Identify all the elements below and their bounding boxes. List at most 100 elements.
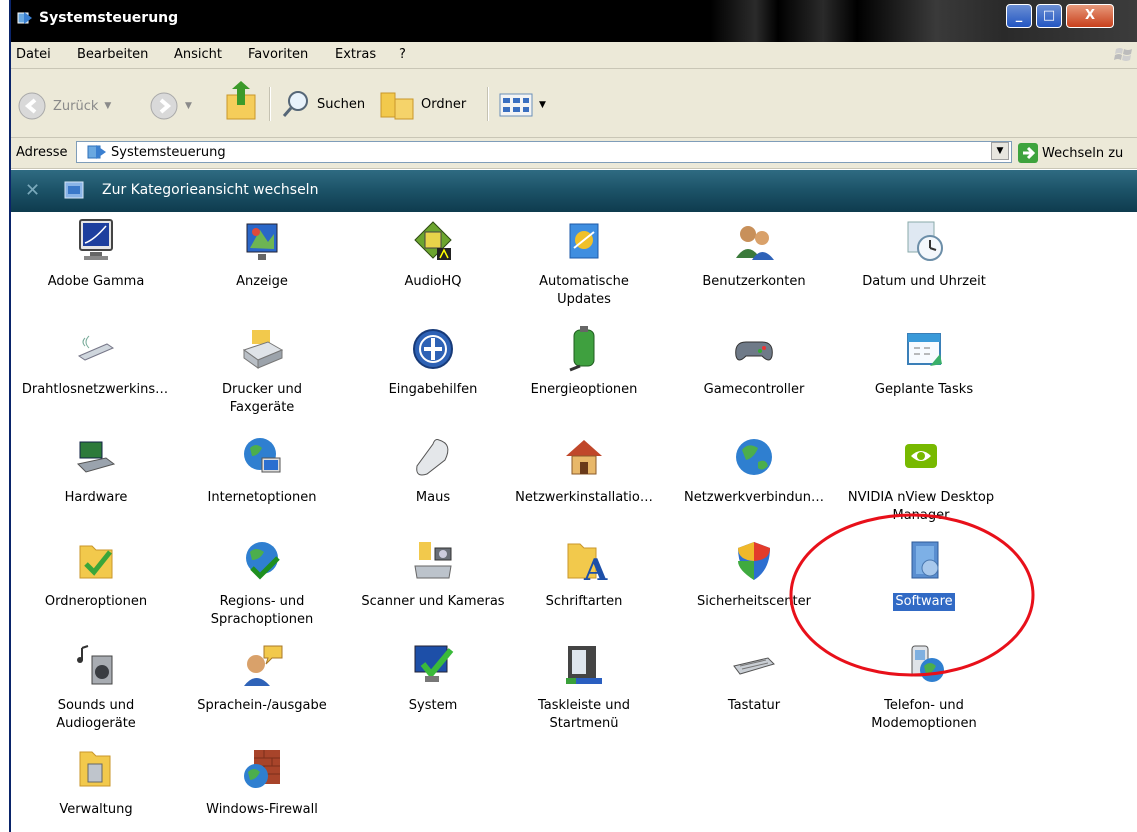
- item-hardware[interactable]: Hardware: [23, 434, 169, 507]
- up-button[interactable]: [223, 81, 259, 123]
- item-sounds-und-audiogeraete[interactable]: Sounds und Audiogeräte: [23, 642, 169, 733]
- item-benutzerkonten[interactable]: Benutzerkonten: [681, 218, 827, 291]
- item-netzwerkinstallation[interactable]: Netzwerkinstallatio…: [511, 434, 657, 507]
- item-nvidia-nview[interactable]: NVIDIA nView Desktop Manager: [831, 434, 1011, 525]
- address-dropdown-button[interactable]: ▼: [991, 142, 1009, 160]
- phone-icon: [911, 645, 944, 682]
- item-audiohq[interactable]: AudioHQ: [360, 218, 506, 291]
- system-icon: [414, 645, 454, 682]
- folders-icon: [380, 92, 414, 120]
- calendar-icon: [907, 333, 942, 366]
- speaker-icon: [77, 645, 113, 685]
- category-view-bar[interactable]: ✕ Zur Kategorieansicht wechseln: [11, 170, 1137, 212]
- accessibility-icon: [413, 329, 453, 369]
- globe-icon: [244, 438, 281, 473]
- forward-button[interactable]: ▼: [149, 91, 192, 121]
- item-drahtlosnetzwerk[interactable]: Drahtlosnetzwerkins…: [11, 326, 185, 399]
- scanner-icon: [414, 542, 452, 579]
- display-icon: [246, 223, 278, 260]
- item-adobe-gamma[interactable]: Adobe Gamma: [23, 218, 169, 291]
- back-arrow-icon: [18, 92, 46, 120]
- clock-icon: [907, 221, 943, 261]
- admin-tools-icon: [79, 751, 111, 787]
- views-icon: [499, 93, 533, 117]
- nvidia-icon: [905, 444, 937, 468]
- item-automatische-updates[interactable]: Automatische Updates: [511, 218, 657, 309]
- category-view-icon: [64, 181, 84, 199]
- item-datum-und-uhrzeit[interactable]: Datum und Uhrzeit: [851, 218, 997, 291]
- address-label: Adresse: [16, 145, 68, 160]
- address-input[interactable]: Systemsteuerung: [76, 141, 1012, 163]
- item-ordneroptionen[interactable]: Ordneroptionen: [23, 538, 169, 611]
- menu-help[interactable]: ?: [399, 47, 406, 62]
- house-icon: [566, 440, 602, 475]
- forward-arrow-icon: [150, 92, 178, 120]
- minimize-button[interactable]: _: [1006, 4, 1032, 28]
- taskbar-icon: [566, 646, 602, 684]
- software-icon: [911, 541, 939, 579]
- close-icon[interactable]: ✕: [25, 180, 40, 201]
- window-title: Systemsteuerung: [39, 10, 179, 26]
- item-internetoptionen[interactable]: Internetoptionen: [189, 434, 335, 507]
- folders-button[interactable]: Ordner: [379, 87, 466, 121]
- menu-ansicht[interactable]: Ansicht: [174, 47, 222, 62]
- item-verwaltung[interactable]: Verwaltung: [23, 746, 169, 819]
- menu-bar: Datei Bearbeiten Ansicht Favoriten Extra…: [11, 42, 1137, 69]
- item-system[interactable]: System: [360, 642, 506, 715]
- control-panel-icon: [87, 145, 106, 159]
- item-sprachein-ausgabe[interactable]: Sprachein-/ausgabe: [189, 642, 335, 715]
- mouse-icon: [416, 439, 449, 476]
- item-drucker-und-faxgeraete[interactable]: Drucker und Faxgeräte: [189, 326, 335, 417]
- monitor-icon: [79, 219, 113, 260]
- item-taskleiste-und-startmenue[interactable]: Taskleiste und Startmenü: [511, 642, 657, 733]
- firewall-icon: [244, 750, 280, 788]
- battery-icon: [569, 326, 595, 372]
- item-schriftarten[interactable]: A Schriftarten: [511, 538, 657, 611]
- fonts-folder-icon: A: [567, 543, 608, 584]
- item-scanner-und-kameras[interactable]: Scanner und Kameras: [351, 538, 515, 611]
- close-button[interactable]: X: [1066, 4, 1114, 28]
- search-icon: [282, 91, 308, 117]
- menu-bearbeiten[interactable]: Bearbeiten: [77, 47, 148, 62]
- item-anzeige[interactable]: Anzeige: [189, 218, 335, 291]
- item-regions-und-sprachoptionen[interactable]: Regions- und Sprachoptionen: [189, 538, 335, 629]
- item-sicherheitscenter[interactable]: Sicherheitscenter: [681, 538, 827, 611]
- item-telefon-und-modemoptionen[interactable]: Telefon- und Modemoptionen: [851, 642, 997, 733]
- back-button[interactable]: Zurück ▼: [17, 91, 111, 121]
- maximize-button[interactable]: □: [1036, 4, 1062, 28]
- hardware-icon: [76, 441, 116, 473]
- search-button[interactable]: Suchen: [281, 89, 365, 119]
- menu-datei[interactable]: Datei: [16, 47, 51, 62]
- windows-logo-icon: [1114, 48, 1132, 61]
- icon-grid: Adobe Gamma Anzeige AudioHQ Automatische…: [11, 213, 1137, 832]
- globe-icon: [736, 439, 772, 475]
- svg-text:A: A: [583, 553, 608, 584]
- control-panel-icon: [17, 12, 32, 24]
- keyboard-icon: [733, 657, 775, 675]
- item-geplante-tasks[interactable]: Geplante Tasks: [851, 326, 997, 399]
- item-maus[interactable]: Maus: [360, 434, 506, 507]
- address-value: Systemsteuerung: [111, 145, 226, 160]
- item-netzwerkverbindungen[interactable]: Netzwerkverbindun…: [681, 434, 827, 507]
- category-view-link[interactable]: Zur Kategorieansicht wechseln: [102, 182, 318, 198]
- item-tastatur[interactable]: Tastatur: [681, 642, 827, 715]
- item-energieoptionen[interactable]: Energieoptionen: [511, 326, 657, 399]
- item-windows-firewall[interactable]: Windows-Firewall: [189, 746, 335, 819]
- address-bar: Adresse Systemsteuerung ▼ Wechseln zu: [11, 138, 1137, 169]
- printer-icon: [242, 330, 284, 369]
- explorer-window: Systemsteuerung _ □ X Datei Bearbeiten A…: [9, 0, 1137, 832]
- menu-extras[interactable]: Extras: [335, 47, 376, 62]
- speech-icon: [244, 645, 283, 686]
- users-icon: [736, 226, 774, 260]
- title-bar[interactable]: Systemsteuerung _ □ X: [11, 0, 1137, 42]
- folder-up-icon: [226, 81, 256, 120]
- go-button[interactable]: Wechseln zu: [1018, 143, 1123, 163]
- item-software[interactable]: Software: [851, 538, 997, 611]
- go-arrow-icon: [1018, 143, 1038, 163]
- item-eingabehilfen[interactable]: Eingabehilfen: [360, 326, 506, 399]
- wireless-icon: [77, 335, 115, 361]
- views-button[interactable]: ▼: [499, 93, 546, 117]
- menu-favoriten[interactable]: Favoriten: [248, 47, 308, 62]
- item-gamecontroller[interactable]: Gamecontroller: [681, 326, 827, 399]
- audio-icon: [414, 221, 452, 260]
